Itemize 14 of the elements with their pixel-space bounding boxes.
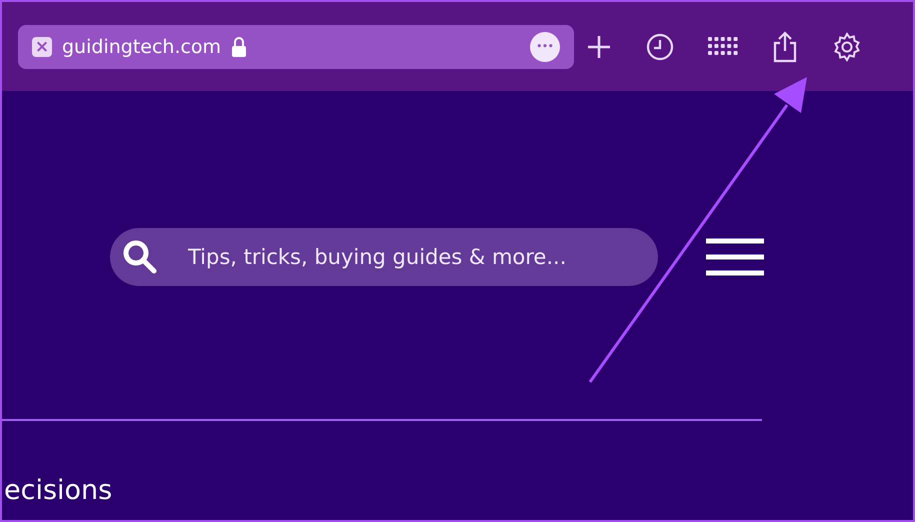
share-icon[interactable] xyxy=(772,30,798,62)
search-field[interactable]: Tips, tricks, buying guides & more... xyxy=(110,228,658,286)
grid-icon[interactable] xyxy=(708,36,738,56)
search-icon xyxy=(122,239,158,275)
plus-icon[interactable] xyxy=(586,34,612,60)
clock-icon[interactable] xyxy=(646,32,674,60)
settings-icon[interactable] xyxy=(832,32,862,62)
menu-icon[interactable] xyxy=(706,238,764,276)
lock-icon xyxy=(231,36,248,58)
more-button[interactable]: ••• xyxy=(530,32,560,62)
address-bar[interactable]: × guidingtech.com ••• xyxy=(18,24,574,68)
url-text: guidingtech.com xyxy=(62,36,222,58)
close-tab-button[interactable]: × xyxy=(32,36,52,56)
heading-text: ecisions xyxy=(4,474,114,508)
